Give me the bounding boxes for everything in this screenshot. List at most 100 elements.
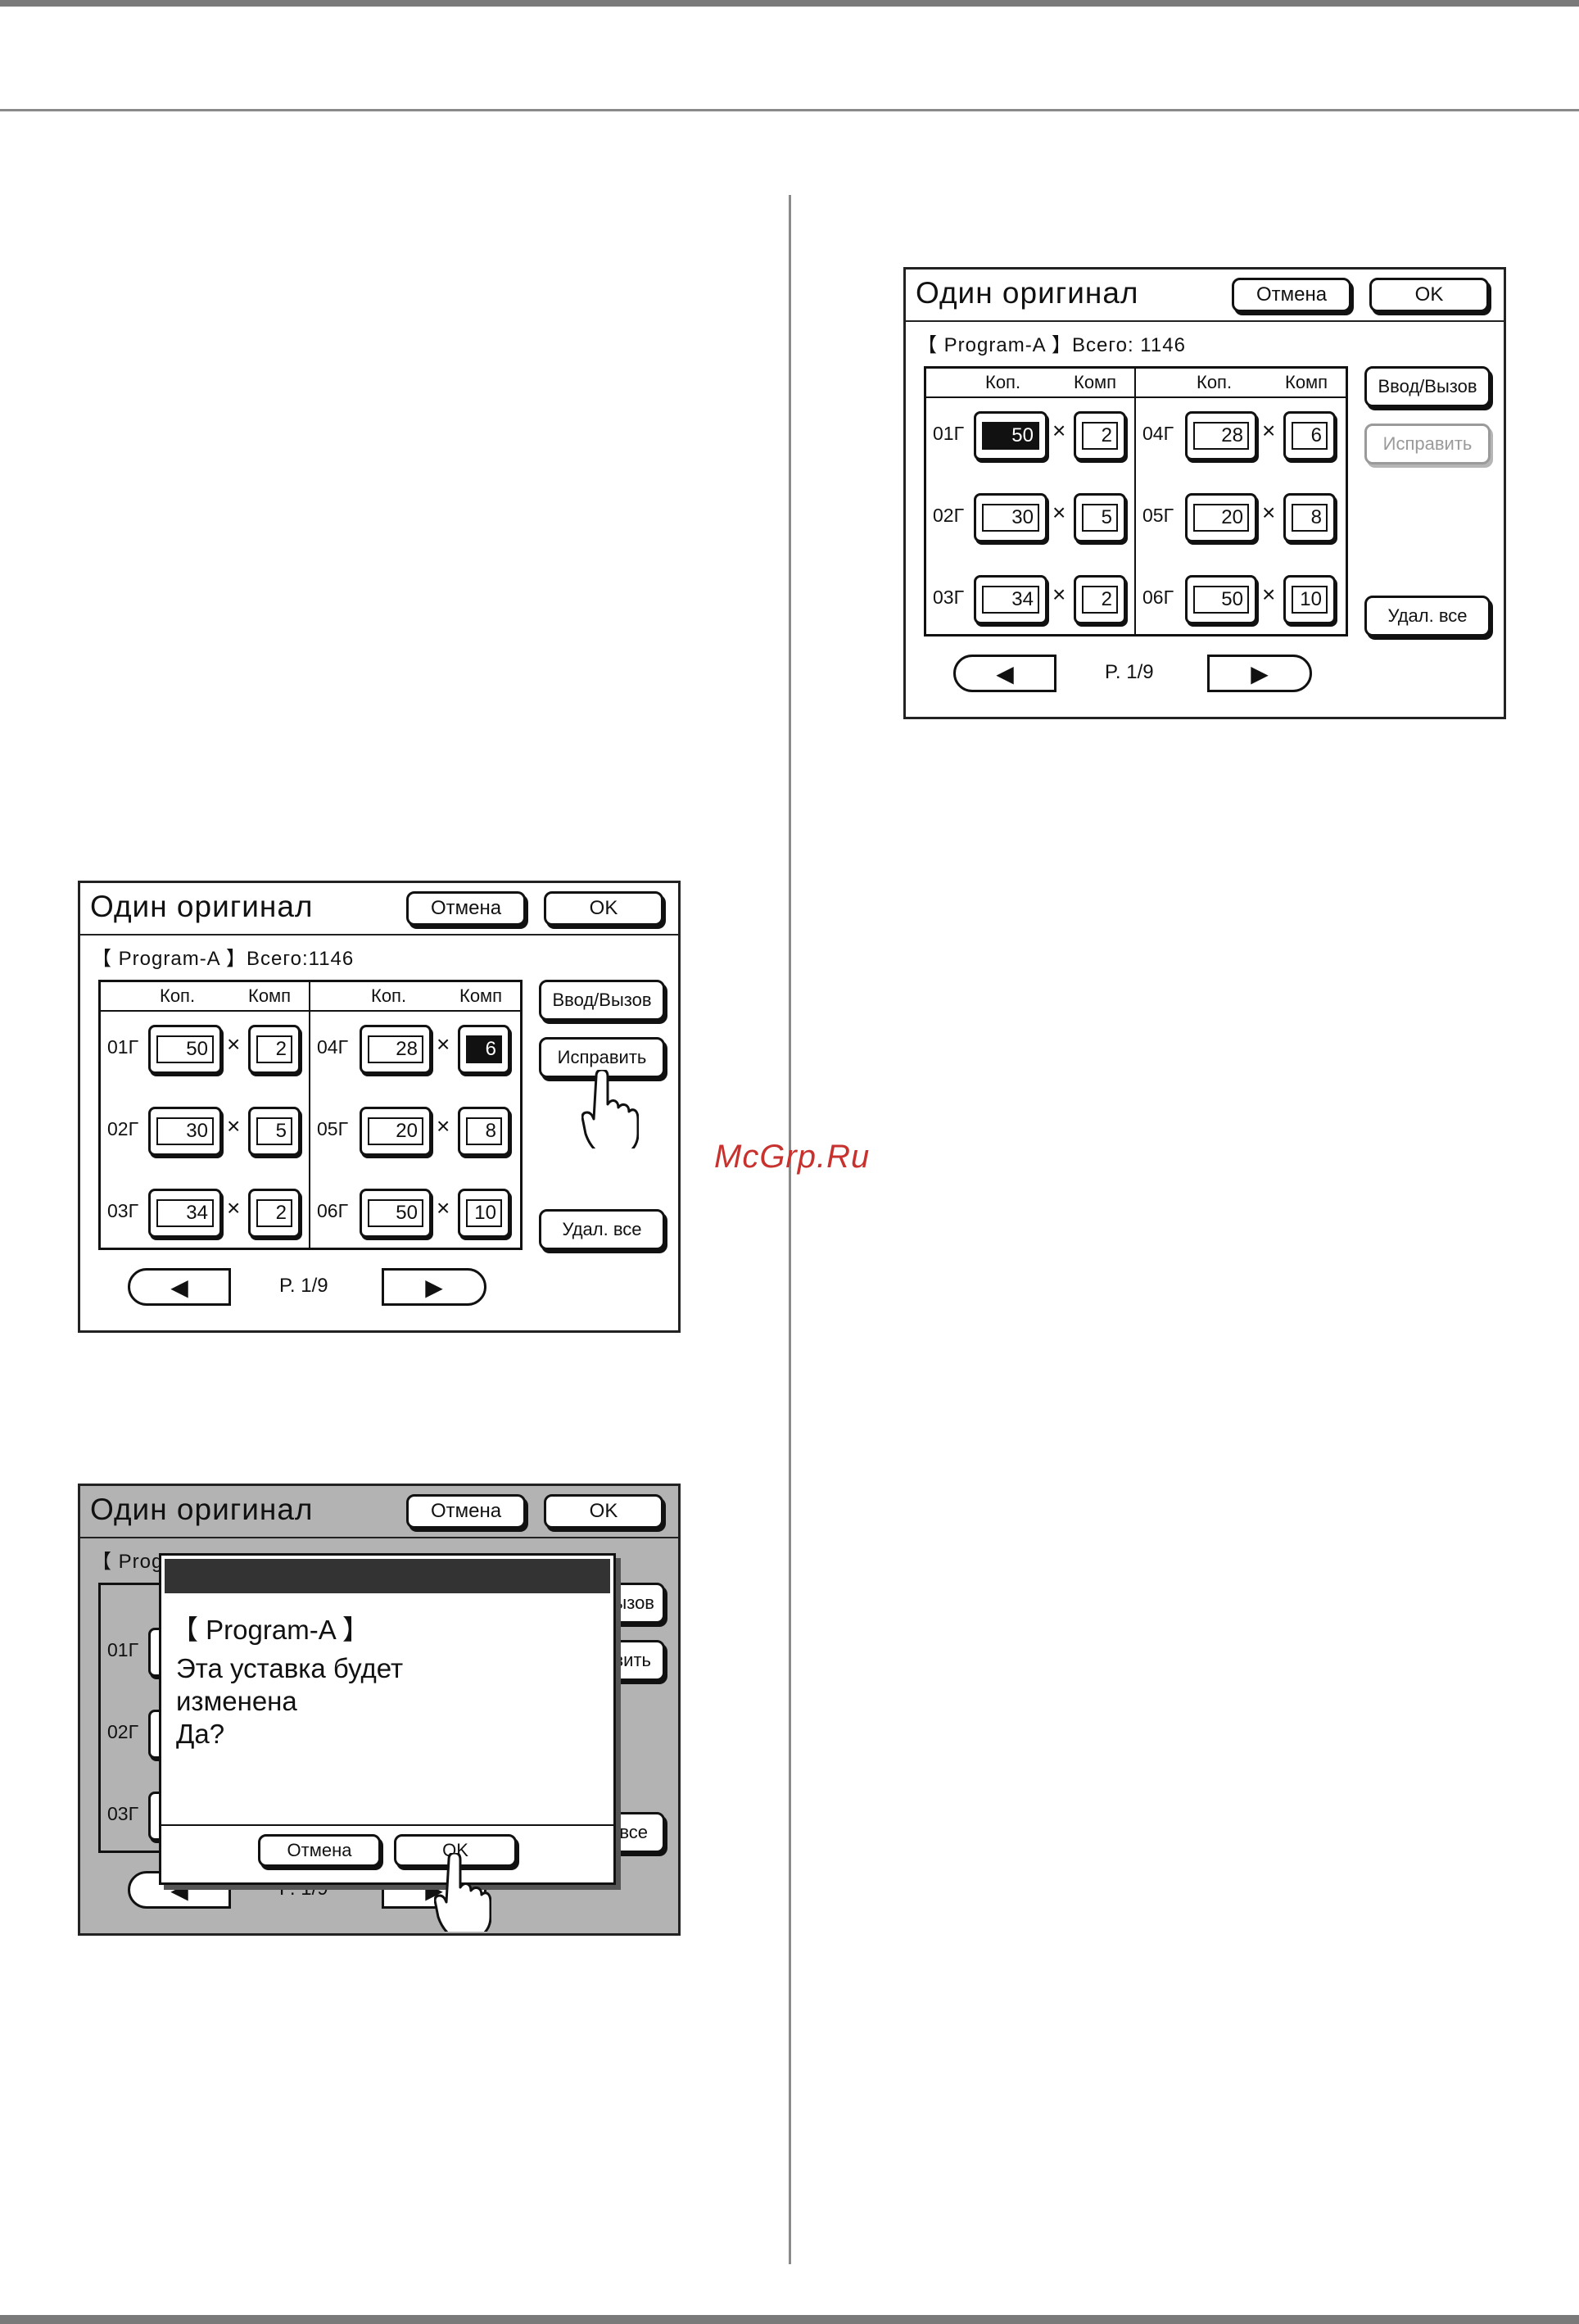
- program-total-partial: 【 Prog: [92, 1551, 164, 1573]
- copies-cell[interactable]: 50: [360, 1189, 432, 1238]
- times-sign: ×: [1262, 418, 1276, 443]
- group-label: 04Г: [1142, 423, 1174, 444]
- col-sets-header: Комп: [1074, 372, 1117, 392]
- copies-cell[interactable]: 28: [360, 1025, 432, 1074]
- pointing-hand-icon: [434, 1853, 491, 1932]
- program-grid-background: 01Г 02Г 03Г: [98, 1583, 173, 1853]
- cancel-button[interactable]: Отмена: [406, 1494, 526, 1529]
- group-label: 03Г: [107, 1200, 139, 1221]
- header-rule: [0, 109, 1579, 111]
- group-label: 03Г: [933, 587, 965, 608]
- group-label: 06Г: [317, 1200, 349, 1221]
- copies-cell[interactable]: 34: [974, 575, 1047, 624]
- program-grid: Коп. Комп Коп. Комп 01Г 50 × 2 04Г 28 × …: [924, 366, 1348, 636]
- top-rule: [0, 0, 1579, 7]
- ok-button[interactable]: OK: [1369, 278, 1489, 312]
- col-copies-header: Коп.: [160, 985, 196, 1006]
- group-label: 02Г: [107, 1118, 139, 1139]
- group-label: 03Г: [107, 1803, 139, 1824]
- delete-all-button[interactable]: Удал. все: [1364, 596, 1491, 636]
- times-sign: ×: [1262, 500, 1276, 525]
- entry-recall-button[interactable]: Ввод/Вызов: [1364, 366, 1491, 407]
- times-sign: ×: [227, 1113, 241, 1139]
- sets-cell[interactable]: 8: [1283, 493, 1336, 542]
- copies-cell[interactable]: 20: [360, 1107, 432, 1156]
- title-divider: [80, 1537, 678, 1538]
- bottom-rule: [0, 2315, 1579, 2324]
- copies-cell[interactable]: 50: [148, 1025, 222, 1074]
- group-label: 04Г: [317, 1036, 349, 1058]
- group-label: 06Г: [1142, 587, 1174, 608]
- times-sign: ×: [1052, 500, 1066, 525]
- group-label: 05Г: [317, 1118, 349, 1139]
- dialog-message: Эта уставка будет изменена Да?: [176, 1653, 404, 1749]
- group-label: 01Г: [107, 1036, 139, 1058]
- prev-page-button[interactable]: ◀: [953, 655, 1056, 692]
- copies-cell[interactable]: 34: [148, 1189, 222, 1238]
- copies-cell[interactable]: 20: [1185, 493, 1257, 542]
- sets-cell[interactable]: 2: [248, 1189, 301, 1238]
- copies-cell[interactable]: 30: [974, 493, 1047, 542]
- sets-cell[interactable]: 2: [248, 1025, 301, 1074]
- program-grid: Коп. Комп Коп. Комп 01Г 50 × 2 04Г 28 × …: [98, 980, 523, 1250]
- panel-title: Один оригинал: [90, 890, 314, 923]
- ok-button[interactable]: OK: [544, 891, 663, 926]
- dialog-cancel-button[interactable]: Отмена: [258, 1834, 381, 1867]
- next-page-button[interactable]: ▶: [382, 1268, 486, 1306]
- sets-cell-selected[interactable]: 6: [458, 1025, 510, 1074]
- program-total: 【 Program-A 】Всего: 1146: [917, 334, 1186, 356]
- cancel-button[interactable]: Отмена: [406, 891, 526, 926]
- dialog-title: 【 Program-A 】: [171, 1615, 370, 1645]
- times-sign: ×: [437, 1031, 450, 1057]
- page-indicator: P. 1/9: [1105, 661, 1154, 683]
- group-label: 05Г: [1142, 505, 1174, 526]
- panel-title: Один оригинал: [90, 1493, 314, 1526]
- sets-cell[interactable]: 2: [1074, 575, 1126, 624]
- entry-recall-button[interactable]: Ввод/Вызов: [539, 980, 665, 1021]
- times-sign: ×: [1052, 418, 1066, 443]
- panel-edit-selected: Один оригинал Отмена OK 【 Program-A 】Все…: [78, 881, 681, 1333]
- times-sign: ×: [1262, 582, 1276, 607]
- watermark: McGrp.Ru: [714, 1139, 871, 1175]
- dialog-divider: [161, 1824, 613, 1826]
- copies-cell[interactable]: 50: [1185, 575, 1257, 624]
- panel-confirm-dialog: Один оригинал Отмена OK 【 Prog 01Г 02Г 0…: [78, 1484, 681, 1936]
- pointing-hand-icon: [581, 1070, 639, 1148]
- ok-button[interactable]: OK: [544, 1494, 663, 1529]
- group-label: 01Г: [933, 423, 965, 444]
- copies-cell[interactable]: 30: [148, 1107, 222, 1156]
- page-indicator: P. 1/9: [279, 1275, 328, 1297]
- sets-cell[interactable]: 2: [1074, 411, 1126, 460]
- panel-title: Один оригинал: [916, 276, 1139, 310]
- times-sign: ×: [1052, 582, 1066, 607]
- delete-all-button[interactable]: Удал. все: [539, 1209, 665, 1250]
- col-sets-header: Комп: [248, 985, 292, 1006]
- times-sign: ×: [227, 1031, 241, 1057]
- title-divider: [906, 320, 1504, 322]
- col-copies-header: Коп.: [985, 372, 1021, 392]
- dialog-title-bar: [165, 1559, 610, 1593]
- copies-cell-selected[interactable]: 50: [974, 411, 1047, 460]
- copies-cell[interactable]: 28: [1185, 411, 1257, 460]
- times-sign: ×: [227, 1195, 241, 1221]
- group-label: 02Г: [933, 505, 965, 526]
- times-sign: ×: [437, 1113, 450, 1139]
- next-page-button[interactable]: ▶: [1207, 655, 1312, 692]
- prev-page-button[interactable]: ◀: [128, 1268, 231, 1306]
- sets-cell[interactable]: 10: [1283, 575, 1336, 624]
- program-total: 【 Program-A 】Всего:1146: [92, 948, 355, 970]
- sets-cell[interactable]: 6: [1283, 411, 1336, 460]
- title-divider: [80, 934, 678, 935]
- sets-cell[interactable]: 8: [458, 1107, 510, 1156]
- sets-cell[interactable]: 5: [1074, 493, 1126, 542]
- edit-button-disabled[interactable]: Исправить: [1364, 424, 1491, 464]
- group-label: 01Г: [107, 1639, 139, 1660]
- column-divider: [789, 195, 791, 2264]
- times-sign: ×: [437, 1195, 450, 1221]
- cancel-button[interactable]: Отмена: [1232, 278, 1351, 312]
- confirm-dialog: 【 Program-A 】 Эта уставка будет изменена…: [159, 1553, 616, 1885]
- sets-cell[interactable]: 5: [248, 1107, 301, 1156]
- sets-cell[interactable]: 10: [458, 1189, 510, 1238]
- col-sets-header: Комп: [459, 985, 503, 1006]
- col-copies-header: Коп.: [1197, 372, 1233, 392]
